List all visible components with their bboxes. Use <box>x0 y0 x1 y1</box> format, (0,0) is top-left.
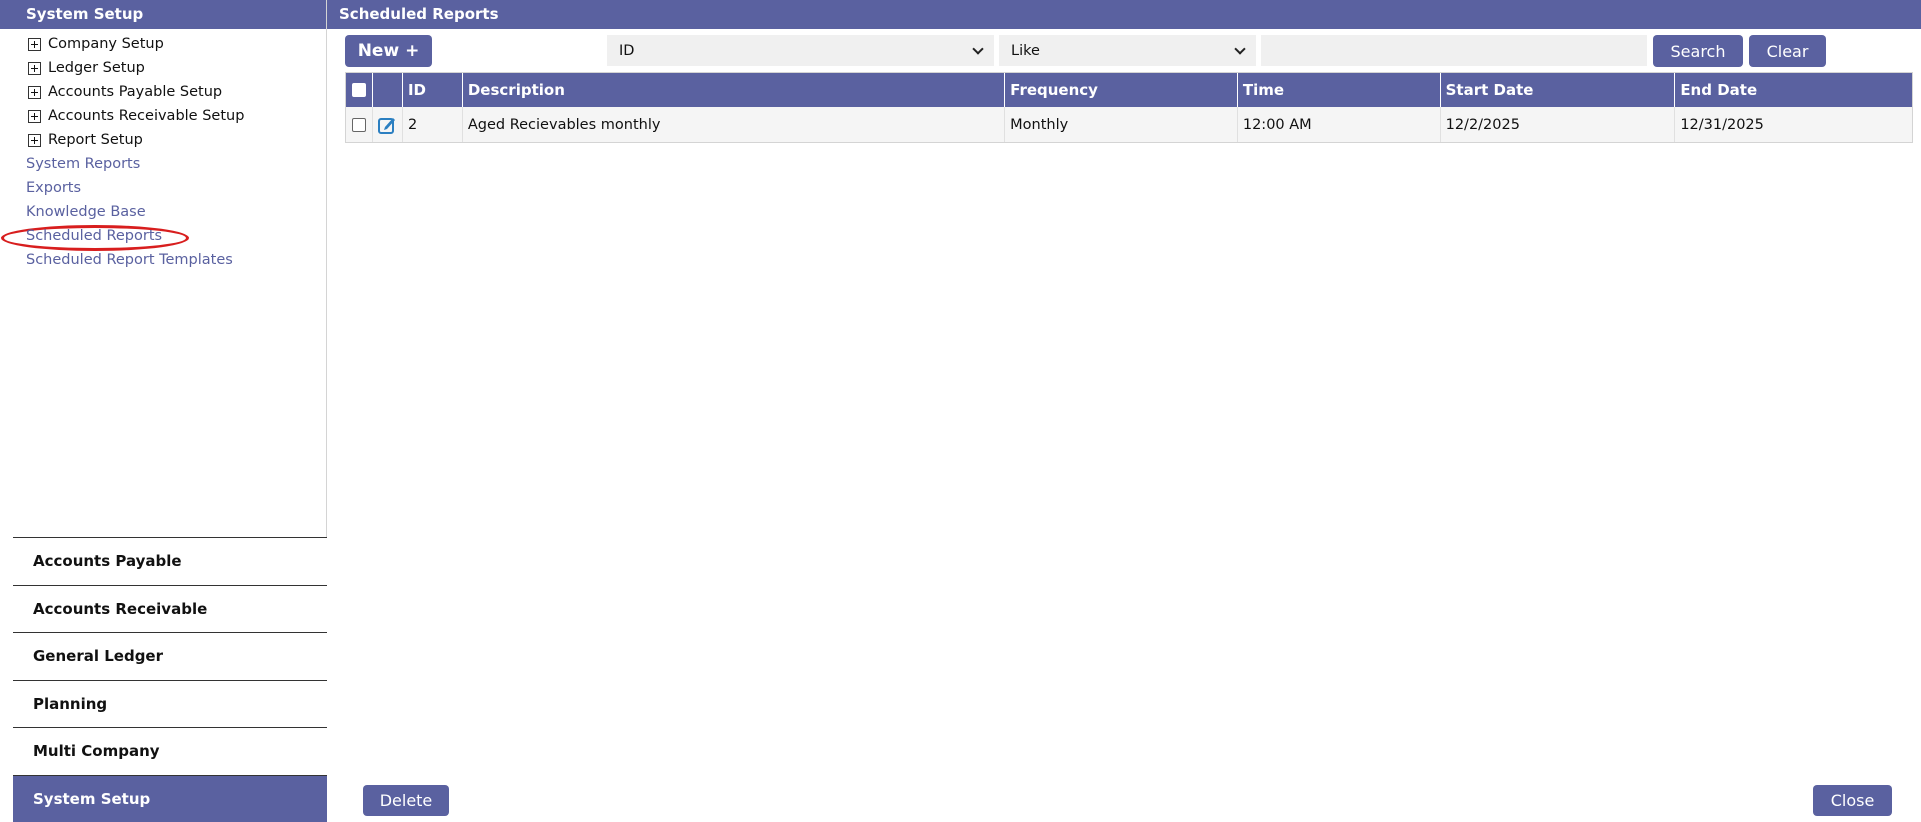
tree-item-label: Report Setup <box>48 132 143 148</box>
search-button[interactable]: Search <box>1653 35 1743 67</box>
delete-button[interactable]: Delete <box>363 785 449 816</box>
module-general-ledger[interactable]: General Ledger <box>13 632 327 680</box>
cell-end-date: 12/31/2025 <box>1680 116 1764 133</box>
search-input[interactable] <box>1261 35 1647 66</box>
plus-icon[interactable] <box>28 133 41 147</box>
field-select[interactable]: ID <box>607 35 994 66</box>
module-multi-company[interactable]: Multi Company <box>13 727 327 775</box>
module-system-setup[interactable]: System Setup <box>13 774 327 822</box>
sidebar-title: System Setup <box>0 0 326 29</box>
tree-item-report-setup[interactable]: Report Setup <box>0 128 326 152</box>
chevron-down-icon <box>1234 43 1246 55</box>
tree-item-company-setup[interactable]: Company Setup <box>0 32 326 56</box>
column-header-start-date[interactable]: Start Date <box>1441 73 1676 107</box>
column-header-time[interactable]: Time <box>1238 73 1441 107</box>
setup-tree: Company Setup Ledger Setup Accounts Paya… <box>0 29 326 272</box>
reports-table: ID Description Frequency Time Start Date… <box>345 72 1913 143</box>
cell-description: Aged Recievables monthly <box>463 107 1006 142</box>
tree-item-accounts-payable-setup[interactable]: Accounts Payable Setup <box>0 80 326 104</box>
row-select-cell <box>346 107 373 142</box>
tree-item-label: Ledger Setup <box>48 60 145 76</box>
column-header-frequency[interactable]: Frequency <box>1005 73 1238 107</box>
toolbar: New + ID Like Search Clear <box>327 34 1921 67</box>
link-exports[interactable]: Exports <box>0 176 326 200</box>
column-header-id[interactable]: ID <box>403 73 463 107</box>
clear-button[interactable]: Clear <box>1749 35 1826 67</box>
link-scheduled-reports[interactable]: Scheduled Reports <box>0 224 326 248</box>
tree-item-label: Accounts Receivable Setup <box>48 108 245 124</box>
table-header: ID Description Frequency Time Start Date… <box>346 73 1912 107</box>
link-scheduled-reports-wrapper: Scheduled Reports <box>0 224 326 251</box>
module-accounts-payable[interactable]: Accounts Payable <box>13 537 327 585</box>
link-scheduled-report-templates[interactable]: Scheduled Report Templates <box>0 248 326 272</box>
plus-icon[interactable] <box>28 109 41 123</box>
plus-icon[interactable] <box>28 37 41 51</box>
main-panel: Scheduled Reports New + ID Like Search C… <box>327 0 1921 822</box>
sidebar: System Setup Company Setup Ledger Setup … <box>0 0 327 822</box>
module-accounts-receivable[interactable]: Accounts Receivable <box>13 584 327 632</box>
module-planning[interactable]: Planning <box>13 679 327 727</box>
link-knowledge-base[interactable]: Knowledge Base <box>0 200 326 224</box>
column-header-end-date[interactable]: End Date <box>1675 73 1912 107</box>
tree-item-label: Company Setup <box>48 36 164 52</box>
edit-icon[interactable] <box>373 107 403 142</box>
column-header-description[interactable]: Description <box>463 73 1006 107</box>
cell-time: 12:00 AM <box>1238 107 1441 142</box>
page-title: Scheduled Reports <box>327 0 1921 29</box>
edit-column-header <box>373 73 403 107</box>
cell-start-date: 12/2/2025 <box>1441 107 1676 142</box>
cell-id: 2 <box>403 107 463 142</box>
select-all-checkbox[interactable] <box>351 83 366 97</box>
new-button[interactable]: New + <box>345 35 432 67</box>
chevron-down-icon <box>972 43 984 55</box>
plus-icon[interactable] <box>28 85 41 99</box>
app-window: System Setup Company Setup Ledger Setup … <box>0 0 1921 822</box>
select-all-cell <box>346 73 373 107</box>
operator-select[interactable]: Like <box>999 35 1256 66</box>
module-nav: Accounts Payable Accounts Receivable Gen… <box>13 537 327 822</box>
row-checkbox[interactable] <box>351 117 366 132</box>
field-select-value: ID <box>619 42 635 59</box>
table-row[interactable]: 2 Aged Recievables monthly Monthly 12:00… <box>346 107 1912 142</box>
cell-frequency: Monthly <box>1005 107 1238 142</box>
tree-item-label: Accounts Payable Setup <box>48 84 223 100</box>
tree-item-ledger-setup[interactable]: Ledger Setup <box>0 56 326 80</box>
close-button[interactable]: Close <box>1813 785 1892 816</box>
tree-item-accounts-receivable-setup[interactable]: Accounts Receivable Setup <box>0 104 326 128</box>
operator-select-value: Like <box>1011 42 1040 59</box>
plus-icon[interactable] <box>28 61 41 75</box>
link-system-reports[interactable]: System Reports <box>0 152 326 176</box>
